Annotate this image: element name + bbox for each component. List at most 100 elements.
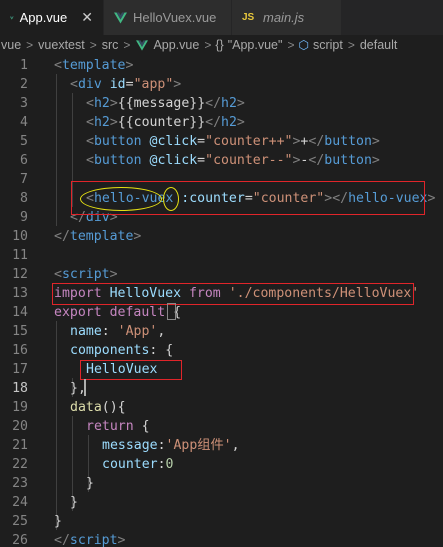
code-content: <div id="app"> [70, 75, 181, 94]
code-content: </template> [54, 227, 141, 246]
code-line[interactable]: 3 <h2>{{message}}</h2> [0, 94, 443, 113]
code-token: @click [149, 134, 198, 149]
annotation-box-import [52, 283, 414, 305]
code-line[interactable]: 16 components: { [0, 341, 443, 360]
code-line[interactable]: 26 </script> [0, 531, 443, 547]
code-content: <h2>{{message}}</h2> [86, 94, 245, 113]
code-token: > [236, 96, 245, 111]
code-token: : { [149, 343, 174, 358]
code-token: message [102, 438, 158, 453]
line-number: 17 [12, 362, 28, 377]
code-token: 0 [165, 457, 174, 472]
text-cursor [84, 379, 86, 396]
close-icon[interactable]: ✕ [81, 9, 93, 26]
code-line[interactable]: 19 data(){ [0, 398, 443, 417]
code-content: </script> [54, 531, 125, 547]
bracket-match-highlight [167, 303, 176, 320]
code-token: < [54, 267, 62, 282]
code-content: <h2>{{counter}}</h2> [86, 113, 245, 132]
code-token: "app" [133, 77, 174, 92]
code-token: export default [54, 305, 174, 320]
line-number: 5 [20, 134, 28, 149]
code-token: script [69, 533, 118, 547]
breadcrumb-item-src[interactable]: src [101, 38, 120, 52]
code-line[interactable]: 5 <button @click="counter++">+</button> [0, 132, 443, 151]
line-number: 21 [12, 438, 28, 453]
code-line[interactable]: 10 </template> [0, 227, 443, 246]
code-line[interactable]: 23} [0, 474, 443, 493]
code-token: template [61, 58, 126, 73]
code-token: h2 [93, 115, 110, 130]
code-content: data(){ [70, 398, 126, 417]
code-line[interactable]: 11 [0, 246, 443, 265]
line-number: 24 [12, 495, 28, 510]
code-token: > [125, 58, 134, 73]
tab-main-js[interactable]: JS main.js [232, 0, 342, 35]
code-line[interactable]: 1 <template> [0, 56, 443, 75]
code-line[interactable]: 12 <script> [0, 265, 443, 284]
annotation-ellipse-tag [80, 187, 162, 211]
breadcrumb-item-script[interactable]: script [312, 38, 344, 52]
code-token: button [324, 153, 372, 168]
code-content: } [86, 474, 94, 493]
breadcrumb-item-vuextest[interactable]: vuextest [37, 38, 86, 52]
breadcrumb-item-vue[interactable]: vue [0, 38, 22, 52]
tab-app-vue[interactable]: App.vue ✕ [0, 0, 104, 35]
code-token: button [324, 134, 372, 149]
line-number: 16 [12, 343, 28, 358]
code-token: , [157, 324, 166, 339]
line-number: 12 [12, 267, 28, 282]
code-token: components [70, 343, 150, 358]
code-token: = [125, 77, 134, 92]
line-number: 14 [12, 305, 28, 320]
code-token: 'App组件' [165, 438, 232, 453]
code-line[interactable]: 21 message:'App组件', [0, 436, 443, 455]
tab-label: HelloVuex.vue [133, 10, 217, 25]
code-token: h2 [93, 96, 110, 111]
breadcrumb-item-app-vue-module[interactable]: "App.vue" [227, 38, 284, 52]
code-line[interactable]: 4 <h2>{{counter}}</h2> [0, 113, 443, 132]
line-number: 10 [12, 229, 28, 244]
code-token: {{counter}} [117, 115, 206, 130]
breadcrumb-item-app-vue[interactable]: App.vue [152, 38, 200, 52]
line-number: 11 [12, 248, 28, 263]
code-token: } [86, 476, 94, 491]
code-line[interactable]: 15 name: 'App', [0, 322, 443, 341]
code-line[interactable]: 6 <button @click="counter--">-</button> [0, 151, 443, 170]
code-token: data [70, 400, 102, 415]
code-line[interactable]: 2 <div id="app"> [0, 75, 443, 94]
code-content: counter:0 [102, 455, 173, 474]
code-token: : [157, 438, 166, 453]
code-line[interactable]: 18}, [0, 379, 443, 398]
code-token: , [231, 438, 240, 453]
code-token: < [70, 77, 78, 92]
code-line[interactable]: 20 return { [0, 417, 443, 436]
code-token: button [93, 153, 150, 168]
code-line[interactable]: 17 HelloVuex [0, 360, 443, 379]
code-token: </ [54, 533, 70, 547]
code-token: < [86, 134, 94, 149]
code-line[interactable]: 22 counter:0 [0, 455, 443, 474]
code-content: <template> [54, 56, 133, 75]
code-token: template [69, 229, 134, 244]
code-line[interactable]: 14 export default { [0, 303, 443, 322]
tab-label: App.vue [19, 10, 68, 25]
js-icon: JS [242, 12, 255, 23]
annotation-ellipse-colon [163, 187, 179, 211]
breadcrumb-item-default[interactable]: default [359, 38, 399, 52]
code-token: > [427, 191, 436, 206]
breadcrumb-separator: > [204, 38, 212, 52]
tab-hellovuex-vue[interactable]: HelloVuex.vue [104, 0, 232, 35]
code-token: = [197, 134, 206, 149]
code-line[interactable]: 24} [0, 493, 443, 512]
code-content: return { [86, 417, 150, 436]
code-token: } [54, 514, 62, 529]
code-token: > [173, 77, 182, 92]
code-editor[interactable]: 1 <template> 2 <div id="app"> 3 <h2>{{message… [0, 55, 443, 547]
line-number: 23 [12, 476, 28, 491]
code-token: return [86, 419, 142, 434]
code-token: </ [308, 153, 325, 168]
code-line[interactable]: 25} [0, 512, 443, 531]
code-token: button [93, 134, 150, 149]
breadcrumb-separator: > [89, 38, 97, 52]
